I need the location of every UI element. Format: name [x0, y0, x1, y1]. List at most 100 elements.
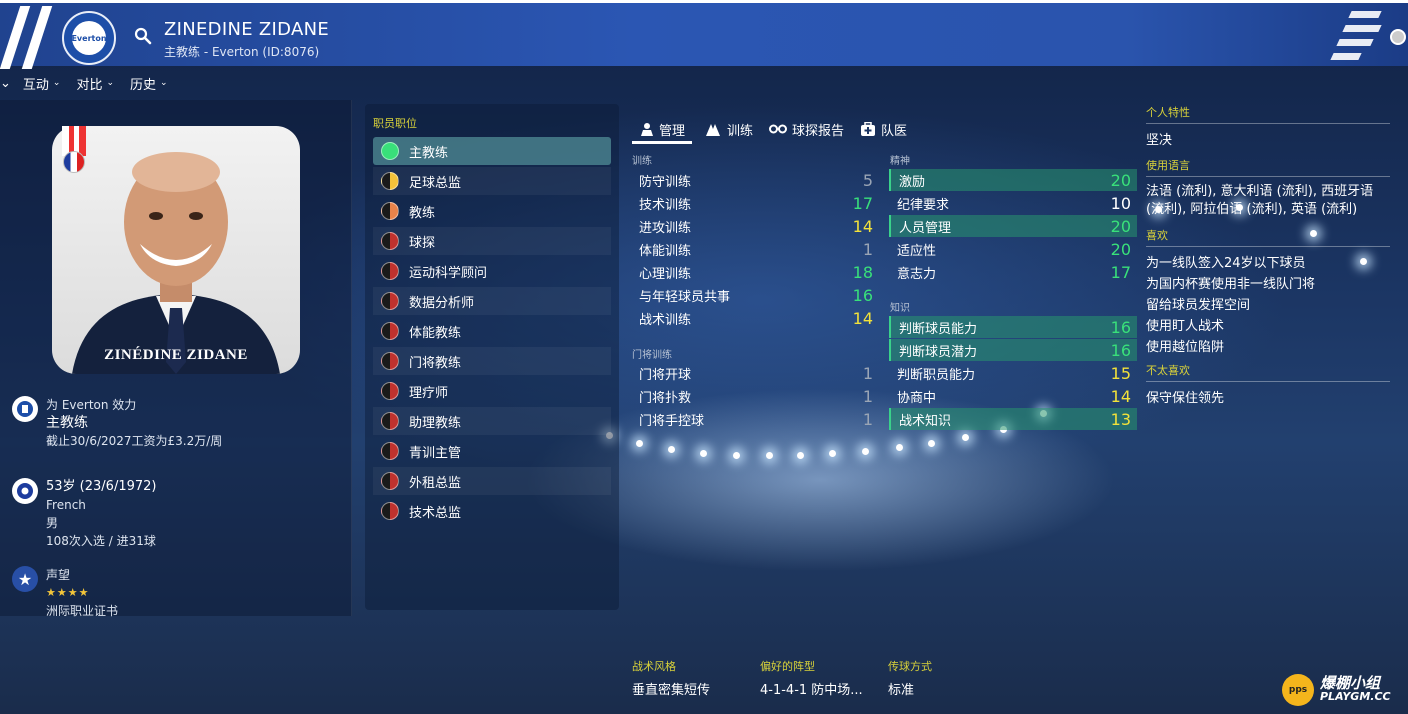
contract-text: 截止30/6/2027工资为£3.2万/周 [46, 434, 223, 448]
attribute-value: 16 [1110, 317, 1131, 337]
attribute-label: 纪律要求 [897, 197, 950, 213]
tab-medical[interactable]: 队医 [860, 114, 907, 144]
attribute-row[interactable]: 判断球员潜力 16 [889, 339, 1137, 361]
role-suitability-icon [381, 502, 399, 520]
role-item[interactable]: 理疗师 [373, 377, 611, 405]
tab-label: 管理 [659, 123, 686, 139]
attribute-label: 判断球员潜力 [899, 344, 978, 360]
role-suitability-icon [381, 352, 399, 370]
coach-icon [641, 123, 653, 136]
attribute-value: 1 [862, 239, 873, 259]
attribute-row[interactable]: 进攻训练 14 [631, 215, 879, 237]
languages-value: 法语 (流利), 意大利语 (流利), 西班牙语 (流利), 阿拉伯语 (流利)… [1146, 184, 1374, 217]
attribute-row[interactable]: 体能训练 1 [631, 238, 879, 260]
france-flag-icon [63, 151, 85, 173]
attribute-row[interactable]: 防守训练 5 [631, 169, 879, 191]
personal-info: 53岁 (23/6/1972) French 男 108次入选 / 进31球 [12, 478, 156, 550]
tab-label: 球探报告 [792, 123, 845, 139]
attribute-label: 门将扑救 [639, 390, 692, 406]
role-suitability-icon [381, 382, 399, 400]
attribute-row[interactable]: 门将开球 1 [631, 362, 879, 384]
attribute-label: 适应性 [897, 243, 937, 259]
attribute-value: 10 [1110, 193, 1131, 213]
training-section-label: 训练 [632, 156, 652, 167]
france-federation-icon [12, 478, 38, 504]
menu-interact[interactable]: 互动 ⌄ [23, 74, 61, 93]
role-item[interactable]: 门将教练 [373, 347, 611, 375]
role-item[interactable]: 技术总监 [373, 497, 611, 525]
attribute-value: 1 [862, 409, 873, 429]
role-label: 助理教练 [409, 415, 462, 431]
role-suitability-icon [381, 262, 399, 280]
role-item[interactable]: 主教练 [373, 137, 611, 165]
menu-label: 历史 [130, 77, 157, 93]
attribute-value: 17 [1110, 262, 1131, 282]
role-label: 运动科学顾问 [409, 265, 488, 281]
dislikes-heading: 不太喜欢 [1146, 362, 1390, 382]
role-item[interactable]: 数据分析师 [373, 287, 611, 315]
ball-icon[interactable] [1390, 29, 1406, 45]
role-item[interactable]: 体能教练 [373, 317, 611, 345]
attribute-row[interactable]: 激励 20 [889, 169, 1137, 191]
attribute-label: 战术训练 [639, 312, 692, 328]
menu-history[interactable]: 历史 ⌄ [130, 74, 168, 93]
attribute-row[interactable]: 判断球员能力 16 [889, 316, 1137, 338]
club-crest[interactable]: Everton [62, 11, 116, 65]
everton-crest-icon[interactable] [12, 396, 38, 422]
attribute-row[interactable]: 技术训练 17 [631, 192, 879, 214]
club-crest-label: Everton [71, 21, 107, 55]
role-item[interactable]: 助理教练 [373, 407, 611, 435]
attribute-row[interactable]: 与年轻球员共事 16 [631, 284, 879, 306]
like-item: 为国内杯赛使用非一线队门将 [1146, 277, 1316, 292]
attribute-row[interactable]: 纪律要求 10 [889, 192, 1137, 214]
attribute-row[interactable]: 心理训练 18 [631, 261, 879, 283]
formation-value[interactable]: 4-1-4-1 防中场... [760, 679, 863, 698]
page-title: ZINEDINE ZIDANE [164, 19, 330, 40]
role-item[interactable]: 运动科学顾问 [373, 257, 611, 285]
role-suitability-icon [381, 412, 399, 430]
chevron-down-icon: ⌄ [52, 78, 61, 88]
attribute-value: 18 [852, 262, 873, 282]
likes-heading: 喜欢 [1146, 227, 1390, 247]
attribute-row[interactable]: 协商中 14 [889, 385, 1137, 407]
menu-compare[interactable]: 对比 ⌄ [76, 74, 114, 93]
traits-panel: 个人特性 坚决 使用语言 法语 (流利), 意大利语 (流利), 西班牙语 (流… [1146, 104, 1390, 409]
club-line[interactable]: 为 Everton 效力 [46, 396, 222, 414]
attribute-label: 激励 [899, 174, 926, 190]
attribute-row[interactable]: 战术知识 13 [889, 408, 1137, 430]
role-item[interactable]: 球探 [373, 227, 611, 255]
attribute-row[interactable]: 门将手控球 1 [631, 408, 879, 430]
knowledge-section-label: 知识 [890, 303, 910, 314]
trait-value: 坚决 [1146, 133, 1173, 148]
role-label: 门将教练 [409, 355, 462, 371]
attribute-row[interactable]: 判断职员能力 15 [889, 362, 1137, 384]
role-text: 主教练 [46, 415, 88, 431]
menu-collapse-chevron-icon[interactable]: ⌄ [0, 76, 11, 91]
attribute-row[interactable]: 门将扑救 1 [631, 385, 879, 407]
role-item[interactable]: 青训主管 [373, 437, 611, 465]
tab-scout-report[interactable]: 球探报告 [769, 114, 844, 144]
tab-management[interactable]: 管理 [640, 114, 685, 144]
attribute-label: 防守训练 [639, 174, 692, 190]
attribute-row[interactable]: 适应性 20 [889, 238, 1137, 260]
languages-heading: 使用语言 [1146, 157, 1390, 177]
nationality[interactable]: French [46, 496, 156, 514]
header-decoration [1330, 11, 1390, 61]
attribute-row[interactable]: 意志力 17 [889, 261, 1137, 283]
tab-training[interactable]: 训练 [704, 114, 753, 144]
role-label: 教练 [409, 205, 436, 221]
role-suitability-icon [381, 172, 399, 190]
page-subtitle: 主教练 - Everton (ID:8076) [164, 45, 320, 59]
role-item[interactable]: 外租总监 [373, 467, 611, 495]
tactical-style-value: 垂直密集短传 [632, 683, 711, 698]
reputation-label: 声望 [46, 568, 71, 582]
attribute-value: 14 [1110, 386, 1131, 406]
watermark: pps 爆棚小组 PLAYGM.CC [1282, 674, 1391, 706]
attribute-row[interactable]: 人员管理 20 [889, 215, 1137, 237]
role-item[interactable]: 教练 [373, 197, 611, 225]
role-suitability-icon [381, 232, 399, 250]
traits-heading: 个人特性 [1146, 104, 1390, 124]
attribute-row[interactable]: 战术训练 14 [631, 307, 879, 329]
role-item[interactable]: 足球总监 [373, 167, 611, 195]
search-icon[interactable] [134, 27, 152, 45]
